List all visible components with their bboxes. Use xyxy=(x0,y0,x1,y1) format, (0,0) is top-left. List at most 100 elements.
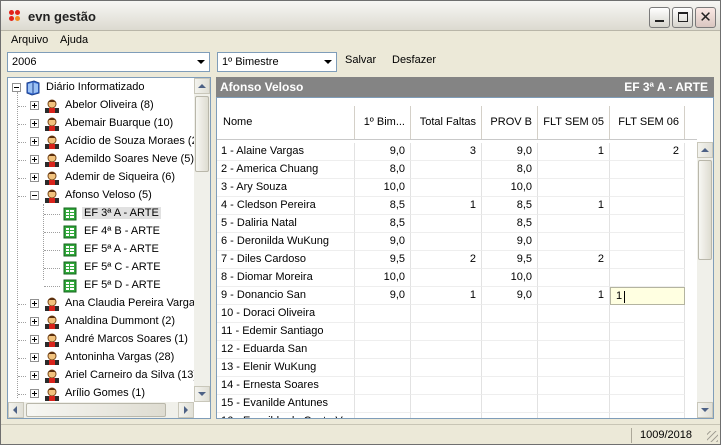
tree-vertical-scrollbar[interactable] xyxy=(194,78,210,402)
table-cell[interactable] xyxy=(411,161,482,179)
grade-input[interactable]: 1 xyxy=(610,287,685,305)
tree-item-teacher[interactable]: Abelor Oliveira (8) xyxy=(8,97,194,115)
column-header-bimestre[interactable]: 1º Bim... xyxy=(355,106,411,139)
tree-item-teacher[interactable]: Ademir de Siqueira (6) xyxy=(8,169,194,187)
table-cell[interactable] xyxy=(610,233,685,251)
table-cell[interactable]: 9,0 xyxy=(355,143,411,161)
resize-grip-icon[interactable] xyxy=(707,431,718,442)
expand-icon[interactable] xyxy=(30,173,39,182)
table-cell[interactable] xyxy=(411,233,482,251)
table-cell[interactable]: 8,0 xyxy=(482,161,538,179)
grades-grid[interactable]: Nome 1º Bim... Total Faltas PROV B FLT SEM 0… xyxy=(216,97,714,419)
table-cell[interactable] xyxy=(610,269,685,287)
scroll-left-icon[interactable] xyxy=(8,402,24,418)
tree-item-teacher[interactable]: Acídio de Souza Moraes (2 xyxy=(8,133,198,151)
chevron-down-icon[interactable] xyxy=(192,53,209,71)
table-cell[interactable] xyxy=(355,305,411,323)
table-cell[interactable]: 3 - Ary Souza xyxy=(217,179,355,197)
menu-ajuda[interactable]: Ajuda xyxy=(60,34,88,46)
collapse-icon[interactable] xyxy=(30,191,39,200)
table-cell[interactable]: 9,0 xyxy=(355,287,411,305)
table-cell[interactable]: 1 xyxy=(411,287,482,305)
tree-horizontal-scrollbar[interactable] xyxy=(8,402,194,418)
table-cell[interactable]: 15 - Evanilde Antunes xyxy=(217,395,355,413)
table-cell[interactable] xyxy=(411,413,482,418)
tree-item-class[interactable]: EF 5ª A - ARTE xyxy=(8,241,194,259)
table-cell[interactable]: 10,0 xyxy=(355,269,411,287)
table-cell[interactable] xyxy=(482,377,538,395)
tree-item-class[interactable]: EF 4ª B - ARTE xyxy=(8,223,194,241)
table-cell[interactable]: 10,0 xyxy=(482,179,538,197)
table-cell[interactable] xyxy=(355,377,411,395)
table-cell[interactable]: 1 xyxy=(538,287,610,305)
tree-item-class[interactable]: EF 3ª A - ARTE xyxy=(8,205,194,223)
table-cell[interactable]: 6 - Deronilda WuKung xyxy=(217,233,355,251)
table-cell[interactable] xyxy=(538,323,610,341)
tree-item-teacher[interactable]: Ariel Carneiro da Silva (13) xyxy=(8,367,197,385)
table-cell[interactable]: 8,5 xyxy=(355,215,411,233)
table-cell[interactable] xyxy=(538,341,610,359)
table-cell[interactable] xyxy=(411,305,482,323)
table-cell[interactable] xyxy=(538,179,610,197)
table-cell[interactable]: 8,5 xyxy=(355,197,411,215)
table-cell[interactable]: 1 xyxy=(538,143,610,161)
table-cell[interactable]: 9,5 xyxy=(482,251,538,269)
table-cell[interactable] xyxy=(355,395,411,413)
table-cell[interactable] xyxy=(610,377,685,395)
table-cell[interactable] xyxy=(610,305,685,323)
save-button[interactable]: Salvar xyxy=(345,54,376,66)
expand-icon[interactable] xyxy=(30,299,39,308)
tree-item-teacher[interactable]: Ademildo Soares Neve (5) xyxy=(8,151,194,169)
chevron-down-icon[interactable] xyxy=(319,53,336,71)
column-header-flt-sem-06[interactable]: FLT SEM 06 xyxy=(610,106,685,139)
table-cell[interactable]: 9,0 xyxy=(482,233,538,251)
expand-icon[interactable] xyxy=(30,119,39,128)
tree-item-teacher[interactable]: Arílio Gomes (1) xyxy=(8,385,194,403)
table-cell[interactable] xyxy=(610,215,685,233)
column-header-nome[interactable]: Nome xyxy=(217,106,355,139)
table-cell[interactable]: 7 - Diles Cardoso xyxy=(217,251,355,269)
table-cell[interactable] xyxy=(355,359,411,377)
expand-icon[interactable] xyxy=(30,101,39,110)
table-cell[interactable] xyxy=(411,323,482,341)
table-cell[interactable]: 9,0 xyxy=(482,287,538,305)
table-cell[interactable]: 8,5 xyxy=(482,197,538,215)
table-cell[interactable] xyxy=(482,305,538,323)
table-cell[interactable]: 9,0 xyxy=(482,143,538,161)
table-cell[interactable] xyxy=(482,323,538,341)
table-cell[interactable]: 12 - Eduarda San xyxy=(217,341,355,359)
title-bar[interactable]: evn gestão ✕ xyxy=(1,1,720,31)
table-cell[interactable] xyxy=(411,341,482,359)
table-cell[interactable]: 14 - Ernesta Soares xyxy=(217,377,355,395)
table-cell[interactable]: 8,0 xyxy=(355,161,411,179)
close-button[interactable]: ✕ xyxy=(695,7,716,28)
table-cell[interactable]: 10,0 xyxy=(482,269,538,287)
tree-item-class[interactable]: EF 5ª D - ARTE xyxy=(8,277,194,295)
table-cell[interactable] xyxy=(482,413,538,418)
teacher-tree[interactable]: Diário Informatizado Abelor Oliveira (8)… xyxy=(7,77,211,419)
table-cell[interactable]: 2 xyxy=(411,251,482,269)
table-cell[interactable] xyxy=(610,395,685,413)
table-cell[interactable] xyxy=(482,359,538,377)
scroll-thumb[interactable] xyxy=(26,403,166,417)
table-cell[interactable] xyxy=(355,323,411,341)
table-cell[interactable]: 10 - Doraci Oliveira xyxy=(217,305,355,323)
tree-root[interactable]: Diário Informatizado xyxy=(8,79,194,97)
table-cell[interactable]: 9,5 xyxy=(355,251,411,269)
table-cell[interactable] xyxy=(411,179,482,197)
table-cell[interactable]: 9 - Donancio San xyxy=(217,287,355,305)
scroll-thumb[interactable] xyxy=(698,160,712,260)
expand-icon[interactable] xyxy=(30,335,39,344)
expand-icon[interactable] xyxy=(30,137,39,146)
table-cell[interactable]: 1 xyxy=(538,197,610,215)
table-cell[interactable] xyxy=(482,341,538,359)
table-cell[interactable]: 16 - Evanilda da Costa V... xyxy=(217,413,355,418)
table-cell[interactable] xyxy=(610,413,685,418)
expand-icon[interactable] xyxy=(30,389,39,398)
table-cell[interactable]: 9,0 xyxy=(355,233,411,251)
table-cell[interactable] xyxy=(411,395,482,413)
table-cell[interactable]: 11 - Edemir Santiago xyxy=(217,323,355,341)
expand-icon[interactable] xyxy=(30,371,39,380)
table-cell[interactable] xyxy=(538,359,610,377)
scroll-down-icon[interactable] xyxy=(194,386,210,402)
